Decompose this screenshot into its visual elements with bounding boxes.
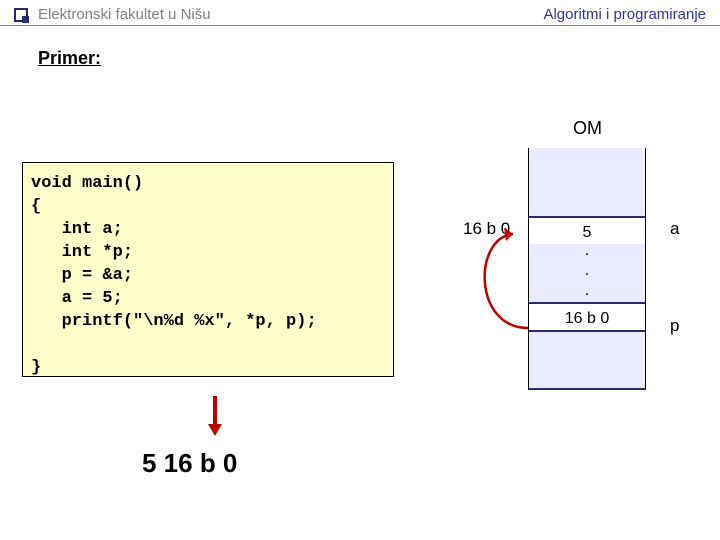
header-left-title: Elektronski fakultet u Nišu <box>38 6 543 23</box>
memory-column: 5 . . . 16 b 0 <box>528 148 646 390</box>
program-output: 5 16 b 0 <box>142 448 237 479</box>
memory-cell: 16 b 0 <box>529 302 645 332</box>
memory-cell: . <box>529 284 645 304</box>
arrow-down-icon <box>210 396 220 434</box>
section-label: Primer: <box>38 48 720 69</box>
address-label: 16 b 0 <box>463 219 510 239</box>
logo-square-icon <box>14 8 28 22</box>
memory-spacer <box>529 332 645 390</box>
var-label-a: a <box>670 219 679 239</box>
var-label-p: p <box>670 316 679 336</box>
memory-spacer <box>529 148 645 218</box>
slide-header: Elektronski fakultet u Nišu Algoritmi i … <box>0 0 720 26</box>
header-right-title: Algoritmi i programiranje <box>543 6 706 23</box>
om-label: OM <box>573 118 602 139</box>
code-box: void main() { int a; int *p; p = &a; a =… <box>22 162 394 377</box>
